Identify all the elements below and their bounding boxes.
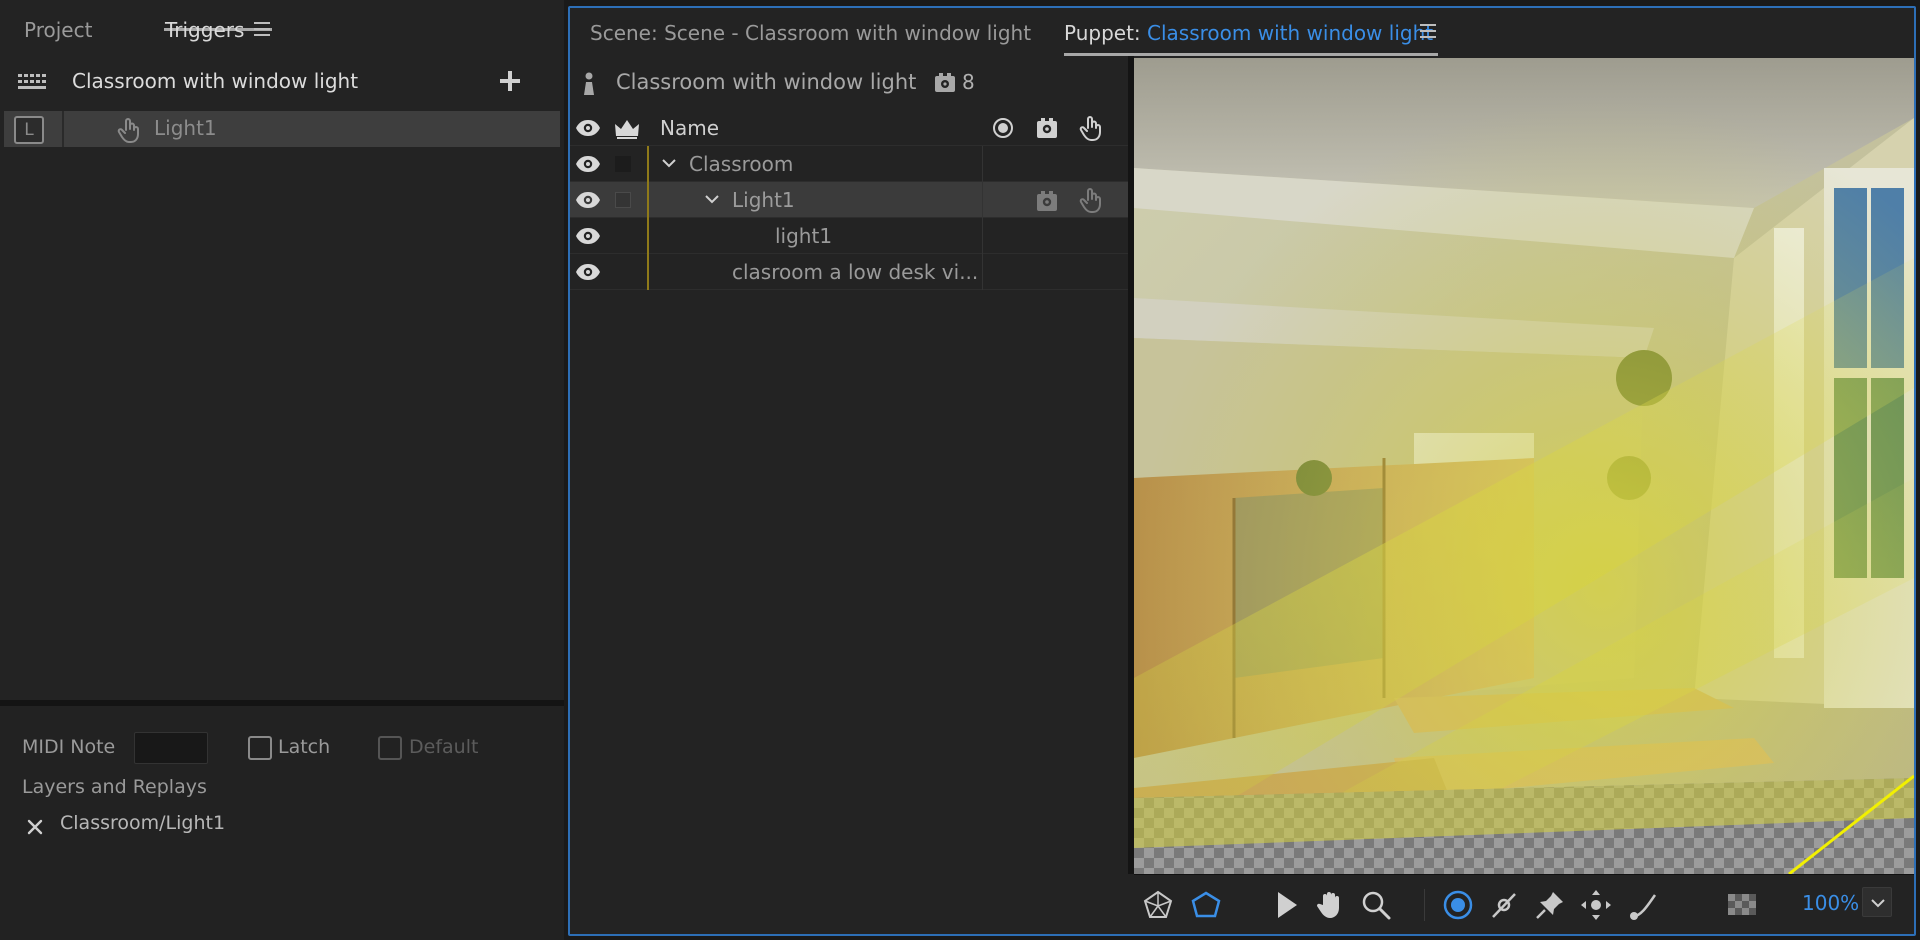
tab-triggers[interactable]: Triggers (164, 18, 272, 42)
layer-name: light1 (775, 224, 833, 248)
layer-name: Classroom (689, 152, 794, 176)
tab-puppet[interactable]: Puppet: Classroom with window light (1064, 21, 1438, 56)
left-tab-bar: Project Triggers (0, 0, 564, 56)
trigger-divider (62, 111, 64, 147)
default-label: Default (409, 736, 479, 758)
grid-icon (18, 74, 46, 90)
hand-icon[interactable] (1078, 114, 1106, 142)
chevron-down-icon[interactable] (705, 194, 719, 204)
zoom-icon[interactable] (1360, 889, 1392, 921)
rig-panel: Classroom with window light 8 Name Class… (570, 56, 1128, 934)
midi-note-label: MIDI Note (22, 736, 116, 758)
layer-name: Light1 (732, 188, 795, 212)
viewer-toolbar: 100% (1134, 874, 1914, 934)
layer-name: clasroom a low desk vi... (732, 260, 979, 284)
layer-table: Name Classroom Light1 light1 clasroom a … (570, 110, 1128, 290)
layer-row-light1-child[interactable]: light1 (570, 218, 1128, 254)
hierarchy-guide (647, 182, 649, 218)
layer-entry: Classroom/Light1 (60, 812, 226, 834)
chevron-down-icon (1871, 899, 1885, 908)
menu-icon[interactable] (254, 22, 270, 36)
latch-checkbox[interactable] (248, 736, 272, 760)
layer-row-classroom-image[interactable]: clasroom a low desk vi... (570, 254, 1128, 290)
behavior-icon[interactable] (1036, 190, 1058, 212)
hand-icon[interactable] (1078, 186, 1106, 214)
eye-icon[interactable] (575, 154, 601, 174)
add-trigger-button[interactable] (499, 70, 521, 92)
transparency-grid-icon[interactable] (1726, 889, 1758, 921)
eye-icon[interactable] (575, 118, 601, 138)
column-separator (982, 218, 983, 254)
puppet-tab-prefix: Puppet: (1064, 21, 1148, 45)
puppet-title: Classroom with window light (616, 70, 917, 94)
origin-icon[interactable] (1442, 889, 1474, 921)
column-separator (982, 146, 983, 182)
eye-icon[interactable] (575, 226, 601, 246)
puppet-viewer[interactable] (1134, 58, 1914, 874)
mesh-icon[interactable] (1142, 889, 1174, 921)
behavior-icon (934, 73, 956, 93)
behavior-icon[interactable] (1036, 117, 1058, 139)
pan-hand-icon[interactable] (1314, 889, 1346, 921)
default-checkbox[interactable] (378, 736, 402, 760)
latch-label: Latch (278, 736, 331, 758)
zoom-dropdown[interactable] (1862, 887, 1892, 917)
layer-table-header: Name (570, 110, 1128, 146)
person-icon (582, 72, 596, 96)
trigger-puppet-header: Classroom with window light (0, 62, 564, 102)
layers-replays-label: Layers and Replays (22, 776, 207, 798)
close-icon[interactable] (27, 819, 43, 835)
tab-project[interactable]: Project (24, 18, 92, 42)
column-separator (982, 254, 983, 290)
layer-row-classroom[interactable]: Classroom (570, 146, 1128, 182)
zoom-level[interactable]: 100% (1802, 891, 1859, 915)
tab-triggers-label: Triggers (165, 18, 245, 42)
record-icon[interactable] (992, 117, 1014, 139)
trigger-puppet-name: Classroom with window light (72, 69, 359, 93)
hierarchy-guide (647, 254, 649, 290)
toolbar-separator (1424, 889, 1425, 921)
solo-toggle[interactable] (615, 192, 631, 208)
crown-icon[interactable] (614, 118, 640, 140)
eye-icon[interactable] (575, 262, 601, 282)
pin-icon[interactable] (1534, 889, 1566, 921)
handle-icon[interactable] (1580, 889, 1612, 921)
puppet-header-row: Classroom with window light 8 (570, 64, 1128, 104)
polygon-icon[interactable] (1190, 889, 1222, 921)
chevron-down-icon[interactable] (662, 158, 676, 168)
solo-toggle[interactable] (615, 156, 631, 172)
eye-icon[interactable] (575, 190, 601, 210)
dragger-icon[interactable] (1628, 889, 1660, 921)
menu-icon[interactable] (1420, 24, 1436, 38)
hand-icon (116, 116, 144, 144)
trigger-name: Light1 (154, 116, 217, 140)
behavior-count: 8 (962, 70, 975, 94)
column-separator (982, 182, 983, 218)
puppet-tab-name: Classroom with window light (1147, 21, 1434, 45)
puppet-panel: Scene: Scene - Classroom with window lig… (568, 6, 1916, 936)
right-tab-bar: Scene: Scene - Classroom with window lig… (570, 8, 1914, 56)
select-arrow-icon[interactable] (1270, 889, 1302, 921)
classroom-artwork (1134, 58, 1914, 874)
trigger-row[interactable]: L Light1 (4, 111, 560, 147)
trigger-key-badge[interactable]: L (14, 116, 44, 144)
hierarchy-guide (647, 218, 649, 254)
hierarchy-guide (647, 146, 649, 182)
triggers-panel: Project Triggers Classroom with window l… (0, 0, 564, 940)
tab-scene[interactable]: Scene: Scene - Classroom with window lig… (590, 21, 1031, 45)
name-column-header[interactable]: Name (660, 116, 719, 140)
trigger-properties: MIDI Note Latch Default Layers and Repla… (0, 700, 564, 940)
stick-icon[interactable] (1488, 889, 1520, 921)
layer-row-light1[interactable]: Light1 (570, 182, 1128, 218)
midi-note-input[interactable] (134, 732, 208, 764)
